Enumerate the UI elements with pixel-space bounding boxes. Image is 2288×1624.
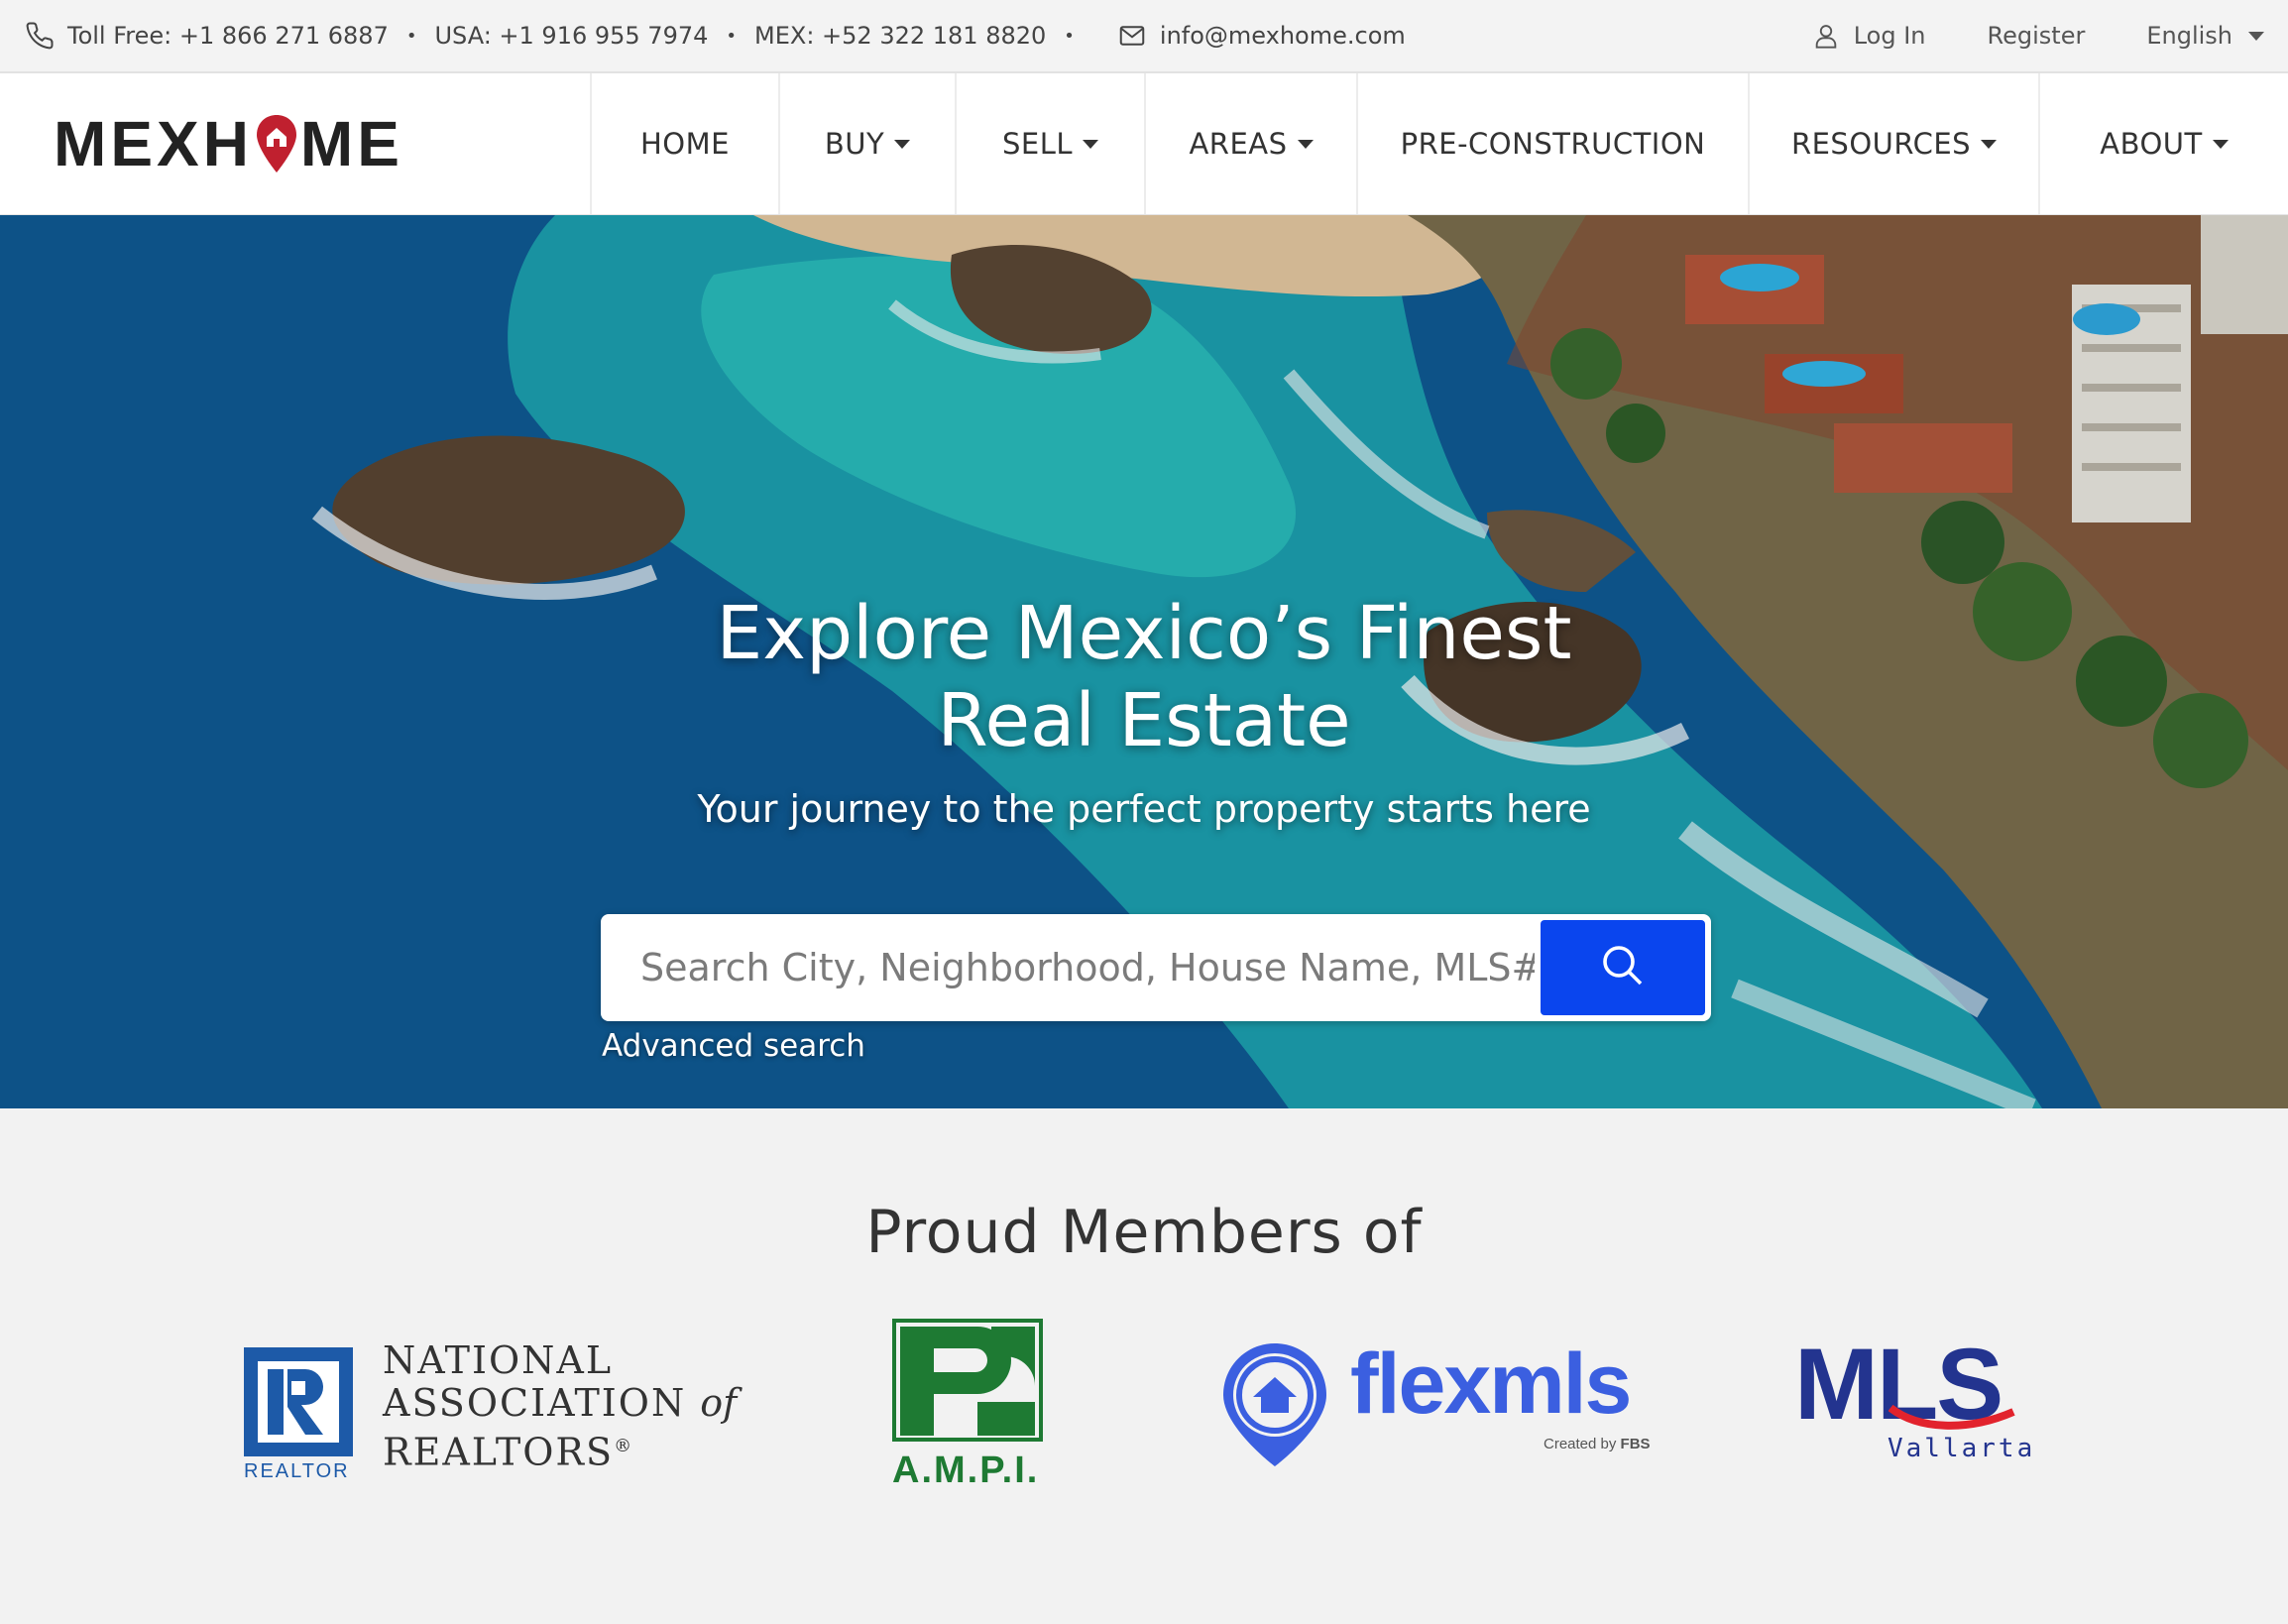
nar-line-2: ASSOCIATION [383, 1381, 687, 1425]
ampi-label: A.M.P.I. [892, 1450, 1040, 1491]
phone-icon [24, 20, 56, 52]
toll-free-phone[interactable]: Toll Free: +1 866 271 6887 [67, 22, 389, 50]
caret-down-icon [2212, 139, 2229, 149]
language-selector[interactable]: English [2146, 22, 2264, 50]
main-navigation: MEXH ME HOME BUY SELL AREAS PRE-CONSTRUC… [0, 73, 2288, 215]
language-label: English [2146, 22, 2232, 50]
nav-item-label: BUY [824, 127, 885, 161]
site-logo[interactable]: MEXH ME [0, 73, 590, 214]
nav-item-areas[interactable]: AREAS [1144, 73, 1356, 214]
mls-swoosh-icon [1888, 1404, 2015, 1430]
nar-logo[interactable]: REALTOR NATIONAL ASSOCIATION of REALTORS… [244, 1339, 759, 1482]
usa-phone[interactable]: USA: +1 916 955 7974 [434, 22, 708, 50]
logo-text-end: ME [299, 108, 403, 179]
nar-of: of [700, 1381, 738, 1425]
login-label: Log In [1853, 22, 1926, 50]
flexmls-caption: Created by FBS [1544, 1436, 1651, 1452]
nar-registered: ® [614, 1436, 634, 1456]
email-text: info@mexhome.com [1159, 22, 1406, 50]
flexmls-logo[interactable]: flexmls Created by FBS [1219, 1336, 1656, 1478]
mex-phone[interactable]: MEX: +52 322 181 8820 [754, 22, 1046, 50]
flexmls-caption-brand: FBS [1620, 1436, 1651, 1452]
nav-item-resources[interactable]: RESOURCES [1748, 73, 2038, 214]
nar-wordmark: NATIONAL ASSOCIATION of REALTORS® [383, 1339, 737, 1474]
nav-item-about[interactable]: ABOUT [2038, 73, 2288, 214]
realtor-r-icon [244, 1347, 353, 1456]
property-search-bar [601, 914, 1711, 1021]
envelope-icon [1116, 20, 1148, 52]
account-links: Log In Register English [1749, 20, 2264, 52]
search-button[interactable] [1541, 920, 1705, 1015]
nav-menu: HOME BUY SELL AREAS PRE-CONSTRUCTION RES… [590, 73, 2288, 214]
nav-item-label: HOME [640, 127, 730, 161]
nar-line-1: NATIONAL [383, 1338, 614, 1382]
hero-subtitle: Your journey to the perfect property sta… [697, 787, 1591, 831]
advanced-search-link[interactable]: Advanced search [602, 1028, 865, 1064]
mls-vallarta-logo[interactable]: MLS Vallarta [1794, 1327, 2052, 1475]
nav-item-label: ABOUT [2100, 127, 2203, 161]
user-icon [1810, 20, 1842, 52]
members-title: Proud Members of [865, 1198, 1423, 1267]
separator-bullet: • [405, 25, 417, 47]
logo-text-start: MEXH [54, 108, 253, 179]
mls-caption: Vallarta [1888, 1434, 2036, 1463]
nav-item-home[interactable]: HOME [590, 73, 778, 214]
hero-section: Explore Mexico’s Finest Real Estate Your… [0, 215, 2288, 1108]
nav-item-label: SELL [1001, 127, 1074, 161]
hero-title-line-2: Real Estate [937, 678, 1351, 763]
caret-down-icon [894, 139, 911, 149]
contact-info: Toll Free: +1 866 271 6887 • USA: +1 916… [24, 20, 1406, 52]
nav-item-label: AREAS [1189, 127, 1288, 161]
hero-title: Explore Mexico’s Finest Real Estate [0, 590, 2288, 764]
nav-item-pre-construction[interactable]: PRE-CONSTRUCTION [1356, 73, 1748, 214]
login-link[interactable]: Log In [1810, 20, 1926, 52]
top-contact-bar: Toll Free: +1 866 271 6887 • USA: +1 916… [0, 0, 2288, 73]
flexmls-caption-prefix: Created by [1544, 1436, 1621, 1452]
separator-bullet: • [726, 25, 738, 47]
flexmls-wordmark: flexmls [1350, 1336, 1632, 1432]
nav-item-label: RESOURCES [1790, 127, 1972, 161]
search-input[interactable] [601, 914, 1535, 1021]
nar-line-3: REALTORS [383, 1430, 615, 1474]
nav-item-buy[interactable]: BUY [778, 73, 955, 214]
separator-bullet: • [1064, 25, 1075, 47]
search-icon [1599, 942, 1647, 993]
home-pin-icon [1223, 1343, 1326, 1466]
caret-down-icon [1981, 139, 1998, 149]
hero-title-line-1: Explore Mexico’s Finest [716, 591, 1572, 676]
email-link[interactable]: info@mexhome.com [1116, 20, 1406, 52]
logo-wordmark: MEXH ME [54, 107, 403, 180]
caret-down-icon [1083, 139, 1099, 149]
ampi-logo[interactable]: A.M.P.I. [890, 1319, 1049, 1492]
chevron-down-icon [2248, 31, 2264, 41]
members-section: Proud Members of REALTOR NATIONAL ASSOCI… [0, 1108, 2288, 1624]
realtor-caption: REALTOR [244, 1460, 350, 1482]
house-pin-icon [255, 113, 298, 174]
caret-down-icon [1297, 139, 1314, 149]
nav-item-sell[interactable]: SELL [955, 73, 1144, 214]
ampi-emblem-icon [892, 1319, 1043, 1442]
nav-item-label: PRE-CONSTRUCTION [1400, 127, 1706, 161]
register-link[interactable]: Register [1988, 22, 2086, 50]
